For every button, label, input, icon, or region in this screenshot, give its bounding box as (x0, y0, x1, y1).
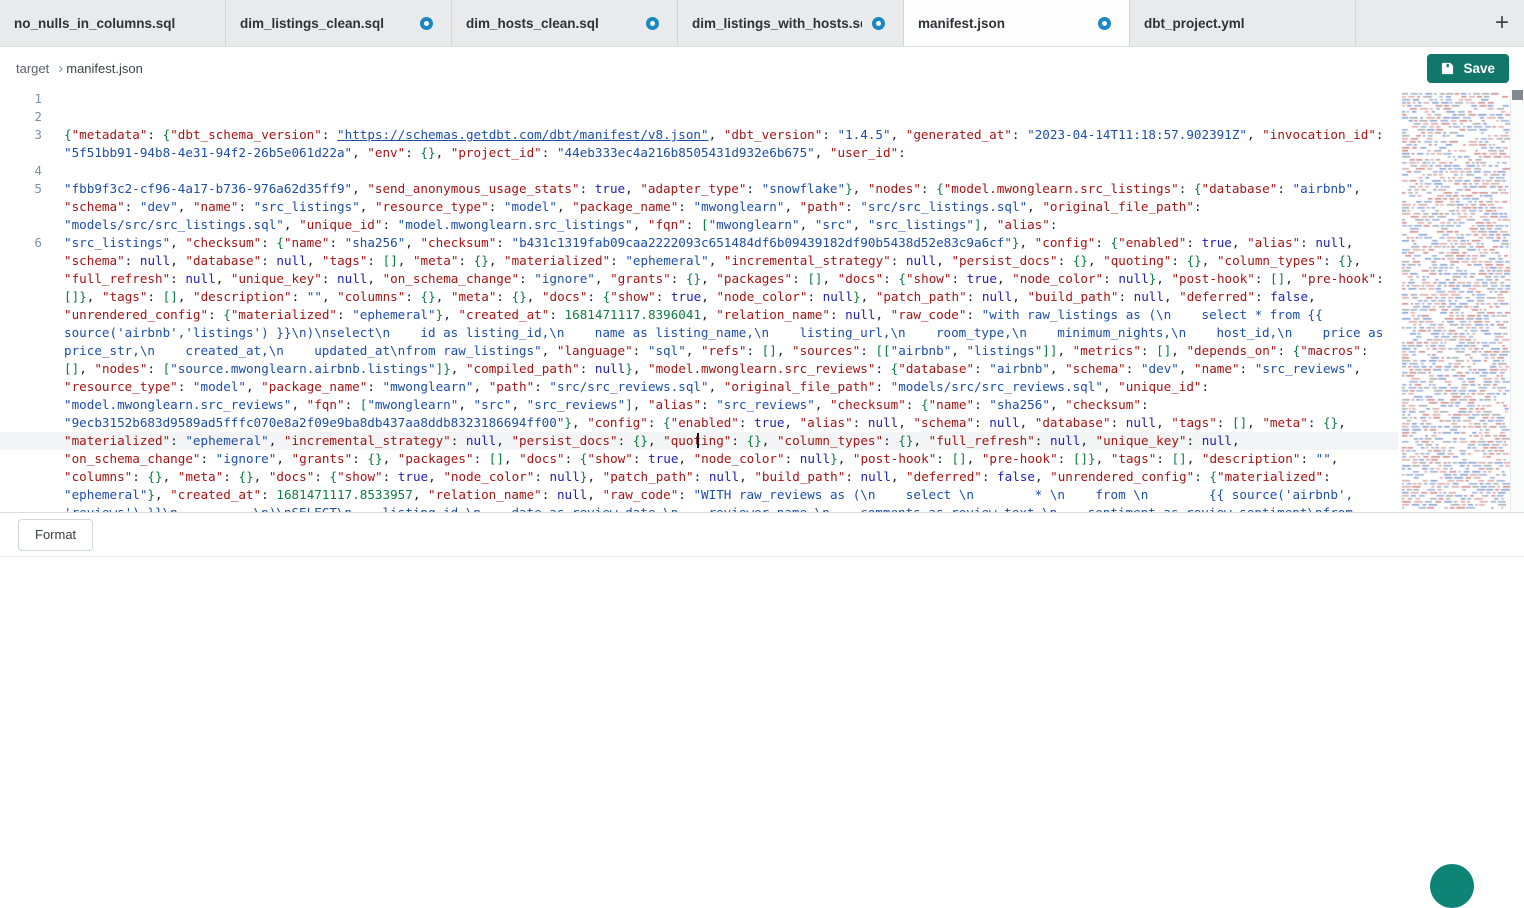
code-line-row: 5 "fbb9f3c2-cf96-4a17-b736-976a62d35ff9"… (0, 180, 1398, 234)
tab-dim-listings-with-hosts-sql[interactable]: dim_listings_with_hosts.sql (678, 0, 904, 46)
format-bar: Format (0, 512, 1524, 557)
chevron-right-icon: › (58, 60, 63, 77)
new-tab-button[interactable]: + (1480, 0, 1524, 46)
save-icon (1441, 62, 1454, 75)
tab-label: dbt_project.yml (1144, 16, 1245, 31)
tab-no-nulls-in-columns-sql[interactable]: no_nulls_in_columns.sql (0, 0, 226, 46)
code-lines: 1 2 3 {"metadata": {"dbt_schema_version"… (0, 90, 1398, 512)
tab-label: dim_listings_clean.sql (240, 16, 384, 31)
scrollbar-thumb[interactable] (1512, 90, 1523, 100)
code-line (64, 90, 1390, 108)
chat-bubble-button[interactable] (1430, 864, 1474, 908)
save-button-label: Save (1463, 61, 1495, 76)
code-editor[interactable]: 1 2 3 {"metadata": {"dbt_schema_version"… (0, 90, 1524, 512)
modified-dot-icon[interactable] (646, 17, 659, 30)
code-line: "fbb9f3c2-cf96-4a17-b736-976a62d35ff9", … (64, 180, 1390, 234)
tab-bar-filler (1356, 0, 1480, 46)
results-panel (0, 557, 1524, 875)
code-line-row: 1 (0, 90, 1398, 108)
code-line-row: 4 (0, 162, 1398, 180)
line-number: 3 (0, 126, 42, 162)
editor-scrollbar[interactable] (1510, 90, 1524, 512)
tab-dbt-project-yml[interactable]: dbt_project.yml (1130, 0, 1356, 46)
modified-dot-icon[interactable] (872, 17, 885, 30)
tab-label: no_nulls_in_columns.sql (14, 16, 175, 31)
line-number: 5 (0, 180, 42, 234)
breadcrumb-folder: target (16, 61, 49, 76)
line-number: 4 (0, 162, 42, 180)
modified-dot-icon[interactable] (420, 17, 433, 30)
tab-dim-listings-clean-sql[interactable]: dim_listings_clean.sql (226, 0, 452, 46)
tab-label: manifest.json (918, 16, 1005, 31)
code-line-row: 2 (0, 108, 1398, 126)
breadcrumb-file: manifest.json (66, 61, 143, 76)
tab-label: dim_hosts_clean.sql (466, 16, 599, 31)
code-line-row: 3 {"metadata": {"dbt_schema_version": "h… (0, 126, 1398, 162)
code-line: "src_listings", "checksum": {"name": "sh… (64, 234, 1390, 512)
code-line: {"metadata": {"dbt_schema_version": "htt… (64, 126, 1390, 162)
tab-manifest-json[interactable]: manifest.json (904, 0, 1130, 46)
text-caret (697, 433, 699, 448)
code-line-row: 6 "src_listings", "checksum": {"name": "… (0, 234, 1398, 512)
save-button[interactable]: Save (1427, 54, 1509, 83)
breadcrumb-bar: target › manifest.json Save (0, 47, 1524, 90)
tab-bar: no_nulls_in_columns.sql dim_listings_cle… (0, 0, 1524, 47)
code-line (64, 162, 1390, 180)
format-button[interactable]: Format (18, 519, 93, 551)
line-number: 2 (0, 108, 42, 126)
minimap[interactable] (1400, 90, 1510, 512)
code-line (64, 108, 1390, 126)
line-number: 1 (0, 90, 42, 108)
plus-icon: + (1495, 11, 1509, 35)
tab-dim-hosts-clean-sql[interactable]: dim_hosts_clean.sql (452, 0, 678, 46)
tab-label: dim_listings_with_hosts.sql (692, 16, 862, 31)
modified-dot-icon[interactable] (1098, 17, 1111, 30)
line-number: 6 (0, 234, 42, 512)
